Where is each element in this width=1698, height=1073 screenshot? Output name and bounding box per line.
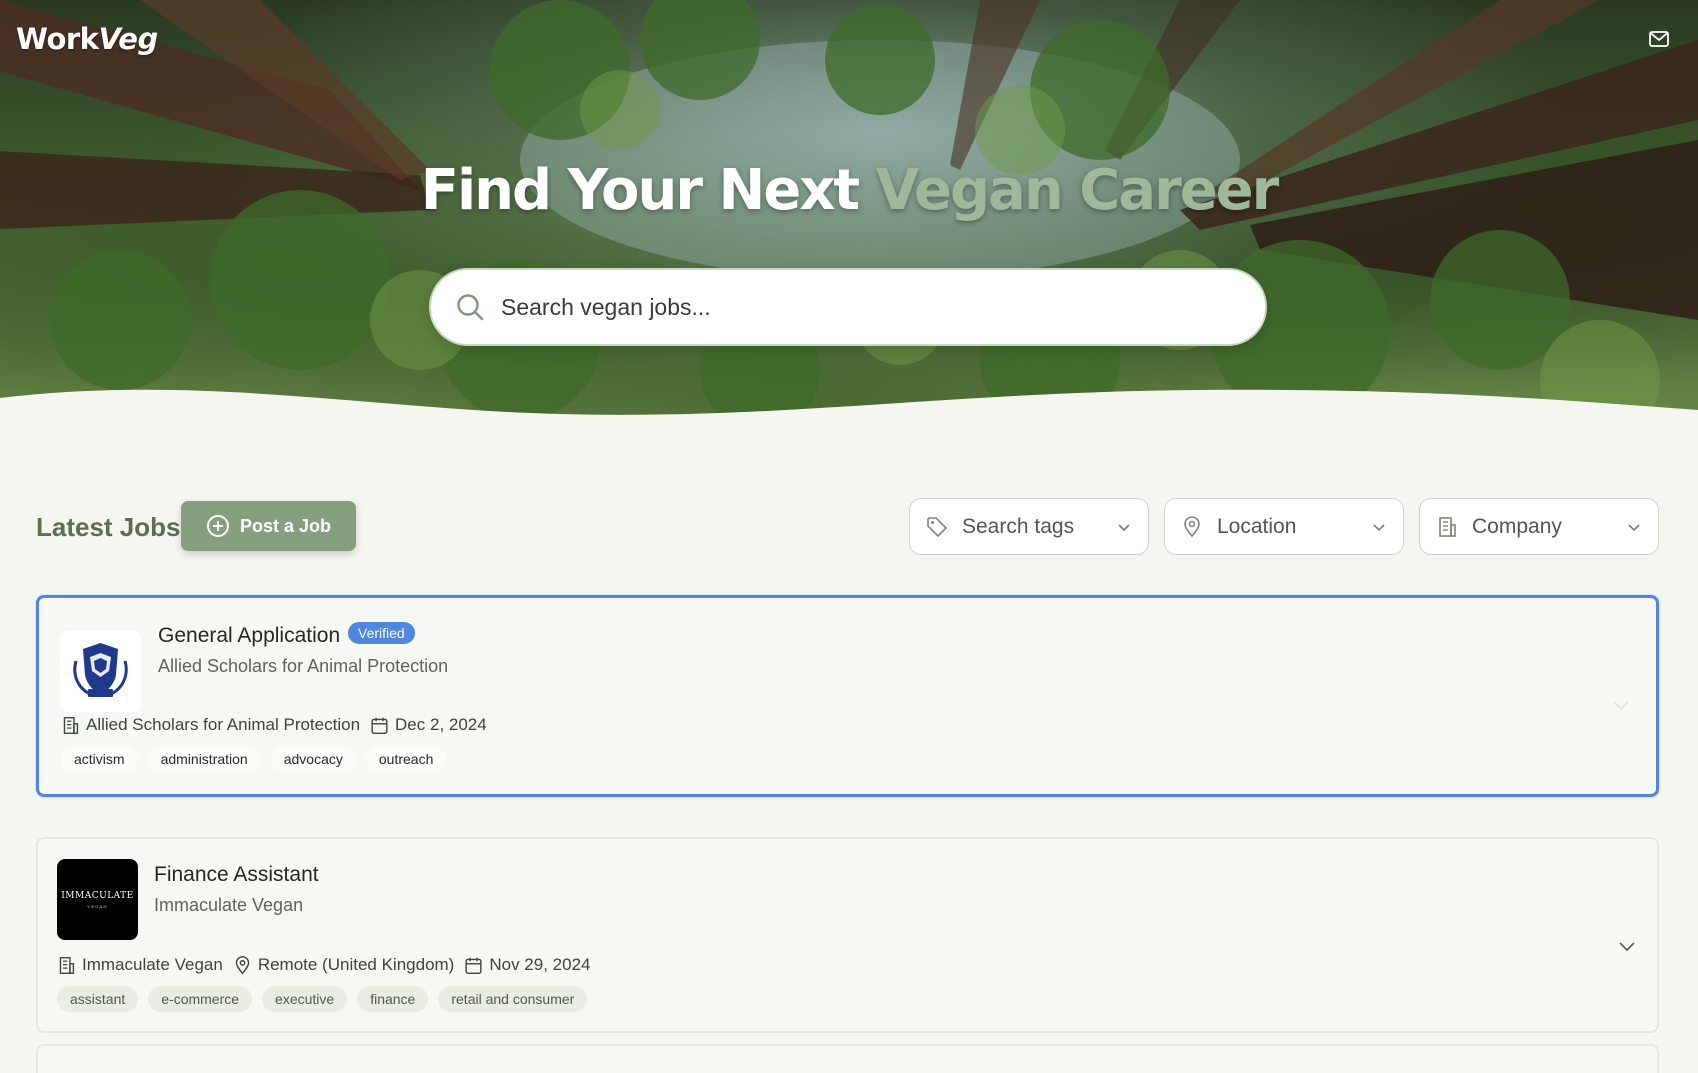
search-icon (457, 294, 484, 321)
hero-wave-divider (0, 389, 1698, 440)
job-card[interactable]: IMMACULATE VEGAN Finance Assistant Immac… (36, 837, 1659, 1033)
tag-chip[interactable]: activism (61, 746, 138, 772)
tag-chip[interactable]: retail and consumer (438, 986, 588, 1012)
tag-chip[interactable]: outreach (365, 746, 447, 772)
meta-date: Dec 2, 2024 (370, 715, 487, 735)
hero-title-accent: Vegan Career (875, 158, 1280, 223)
meta-date-text: Nov 29, 2024 (489, 955, 591, 974)
meta-company: Immaculate Vegan (57, 955, 223, 975)
logo-subtext: VEGAN (87, 903, 108, 909)
hero-title: Find Your Next Vegan Career (0, 158, 1698, 223)
chevron-down-icon (1628, 523, 1640, 531)
calendar-icon (465, 957, 482, 974)
company-filter-label: Company (1472, 514, 1562, 538)
meta-company-text: Allied Scholars for Animal Protection (86, 715, 361, 734)
job-tags: activism administration advocacy outreac… (61, 746, 447, 772)
chevron-down-icon[interactable] (1616, 935, 1638, 957)
tag-chip[interactable]: administration (147, 746, 261, 772)
tags-filter-dropdown[interactable]: Search tags (909, 498, 1149, 555)
latest-jobs-heading: Latest Jobs (36, 512, 181, 542)
tag-icon (927, 516, 947, 537)
company-logo: IMMACULATE VEGAN (57, 859, 138, 940)
verified-badge: Verified (348, 622, 415, 644)
hero-title-main: Find Your Next (420, 158, 876, 223)
tag-chip[interactable]: assistant (57, 986, 139, 1012)
job-card[interactable] (36, 1044, 1659, 1073)
brand-logo[interactable]: WorkVeg (16, 22, 158, 56)
meta-company-text: Immaculate Vegan (82, 955, 223, 974)
tag-chip[interactable]: finance (357, 986, 429, 1012)
mail-button[interactable] (1648, 28, 1670, 50)
building-icon (59, 956, 75, 974)
job-meta: Immaculate Vegan Remote (United Kingdom)… (57, 955, 590, 975)
company-filter-dropdown[interactable]: Company (1419, 498, 1659, 555)
map-pin-icon (235, 955, 250, 974)
asap-crest-logo (73, 643, 128, 697)
map-pin-icon (1184, 515, 1200, 537)
location-filter-label: Location (1217, 514, 1297, 538)
meta-location-text: Remote (United Kingdom) (257, 955, 455, 974)
calendar-icon (371, 717, 388, 734)
job-title[interactable]: General Application (158, 624, 340, 648)
job-tags: assistant e-commerce executive finance r… (57, 986, 588, 1012)
meta-date: Nov 29, 2024 (464, 955, 590, 975)
meta-date-text: Dec 2, 2024 (395, 715, 487, 734)
job-company: Immaculate Vegan (154, 895, 304, 915)
tag-chip[interactable]: e-commerce (148, 986, 253, 1012)
brand-word-work: Work (16, 22, 99, 56)
building-icon (63, 716, 79, 734)
meta-location: Remote (United Kingdom) (233, 955, 455, 975)
brand-word-veg: Veg (98, 22, 158, 56)
hero-banner: WorkVeg Find Your Next Vegan Career (0, 0, 1698, 440)
job-search-bar[interactable] (429, 268, 1267, 346)
tag-chip[interactable]: advocacy (270, 746, 356, 772)
job-title[interactable]: Finance Assistant (154, 863, 319, 887)
building-icon (1439, 516, 1456, 537)
search-input[interactable] (501, 293, 1201, 321)
post-job-button[interactable]: Post a Job (181, 501, 356, 551)
chevron-down-icon[interactable] (1610, 694, 1632, 716)
tags-filter-label: Search tags (962, 514, 1075, 538)
post-job-label: Post a Job (239, 515, 332, 536)
tag-chip[interactable]: executive (262, 986, 348, 1012)
chevron-down-icon (1373, 523, 1385, 531)
meta-company: Allied Scholars for Animal Protection (61, 715, 360, 735)
location-filter-dropdown[interactable]: Location (1164, 498, 1404, 555)
plus-circle-icon (206, 515, 229, 537)
chevron-down-icon (1118, 523, 1130, 531)
job-meta: Allied Scholars for Animal Protection De… (61, 715, 487, 735)
job-card[interactable]: General Application Verified Allied Scho… (36, 595, 1659, 797)
job-company: Allied Scholars for Animal Protection (158, 656, 449, 676)
company-logo (60, 631, 141, 712)
logo-text: IMMACULATE (61, 890, 134, 901)
mail-icon (1649, 31, 1669, 47)
